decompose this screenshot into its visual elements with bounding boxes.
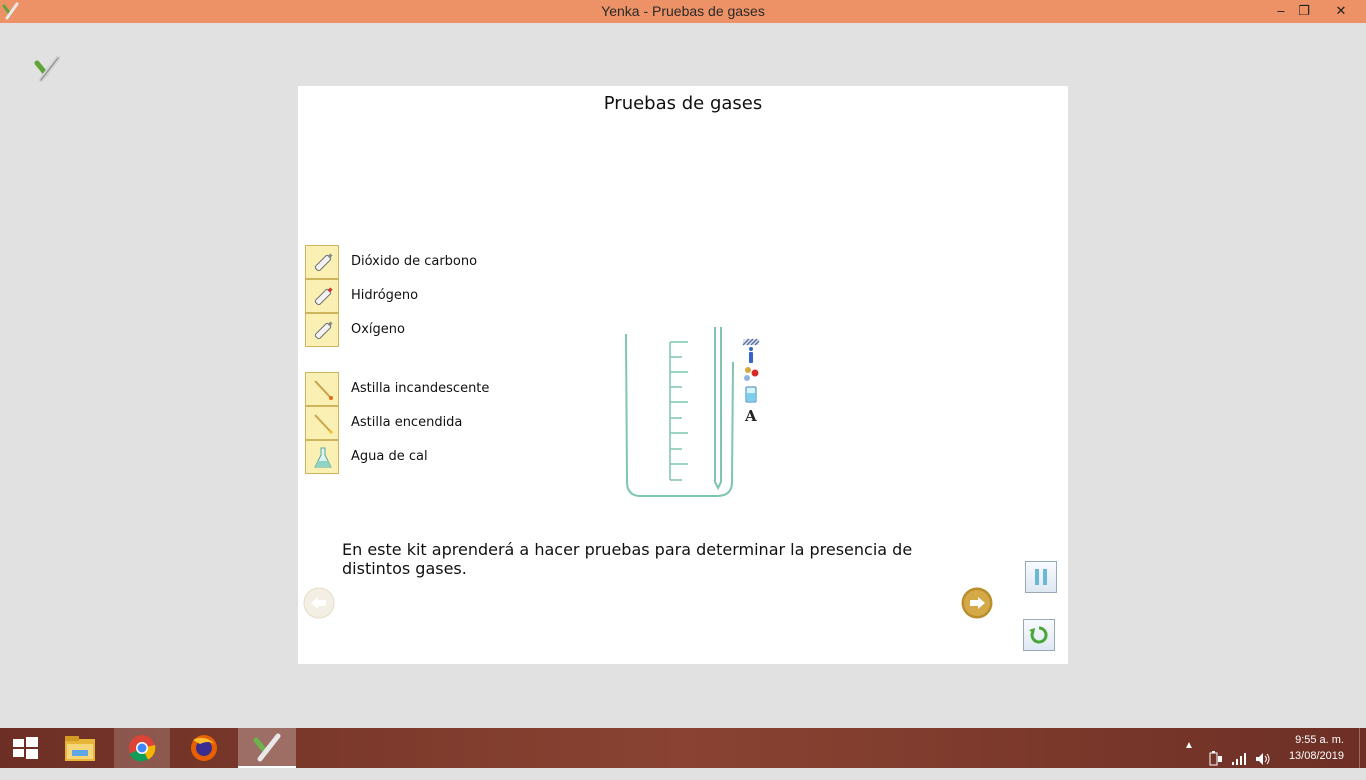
taskbar-firefox[interactable] [176,728,232,768]
reset-button[interactable] [1023,619,1055,651]
maximize-button[interactable]: ❐ [1289,0,1319,23]
description-text: En este kit aprenderá a hacer pruebas pa… [342,540,913,578]
test-label: Astilla encendida [351,415,463,430]
clock-date: 13/08/2019 [1288,750,1344,762]
taskbar-chrome[interactable] [114,728,170,768]
yenka-logo-icon[interactable] [32,54,62,84]
pause-button[interactable] [1025,561,1057,593]
gas-label: Oxígeno [351,322,405,337]
lit-splint-icon [314,414,333,434]
taskbar: ▲ 9:55 a. m. 13/08/2019 [0,728,1366,768]
test-label: Agua de cal [351,449,428,464]
gas-item-oxygen[interactable]: Oxígeno [304,313,564,347]
firefox-icon [191,735,217,761]
window-title: Yenka - Pruebas de gases [601,3,765,19]
test-button[interactable] [305,406,339,440]
volume-icon[interactable] [1254,739,1272,779]
test-button[interactable] [305,372,339,406]
wifi-signal-icon[interactable] [1230,739,1248,779]
test-item-glowing-splint[interactable]: Astilla incandescente [304,372,564,406]
gas-button[interactable] [305,313,339,347]
refresh-icon [1029,626,1048,644]
pause-icon [1035,569,1047,585]
beaker-icon[interactable] [742,385,760,403]
chrome-icon [129,735,156,762]
gas-item-hydrogen[interactable]: Hidrógeno [304,279,564,313]
info-icon[interactable] [742,346,760,364]
flask-icon [314,447,332,468]
gas-button[interactable] [305,279,339,313]
close-button[interactable]: ✕ [1326,0,1356,23]
gas-label: Hidrógeno [351,288,419,303]
start-button[interactable] [0,728,50,768]
gas-item-carbon-dioxide[interactable]: Dióxido de carbono [304,245,564,279]
gas-cylinder-red-icon [314,287,333,306]
clock-time: 9:55 a. m. [1295,734,1344,746]
test-button[interactable] [305,440,339,474]
gas-label: Dióxido de carbono [351,254,478,269]
show-desktop-button[interactable] [1359,728,1366,768]
gas-cylinder-icon [314,321,333,340]
back-button[interactable] [303,587,335,619]
taskbar-file-explorer[interactable] [52,728,108,768]
system-clock[interactable]: 9:55 a. m. 13/08/2019 [1289,732,1344,764]
test-item-limewater[interactable]: Agua de cal [304,440,564,474]
file-explorer-icon [65,736,95,761]
gas-button[interactable] [305,245,339,279]
gas-cylinder-icon [314,253,333,272]
text-icon[interactable]: A [742,406,760,424]
windows-start-icon [13,737,38,759]
glowing-splint-icon [314,380,333,400]
water-trough[interactable] [622,322,738,500]
tray-overflow-arrow[interactable]: ▲ [1184,740,1194,780]
battery-icon[interactable] [1206,739,1224,779]
page-title: Pruebas de gases [603,93,763,114]
svg-text:A: A [744,407,757,424]
test-item-lit-splint[interactable]: Astilla encendida [304,406,564,440]
title-bar: Yenka - Pruebas de gases ‒ ❐ ✕ [0,0,1366,23]
yenka-icon [253,733,281,762]
taskbar-yenka[interactable] [238,728,296,768]
molecule-icon[interactable] [742,365,760,383]
activity-panel: Pruebas de gases Dióxido de carbono Hidr… [298,86,1068,664]
test-label: Astilla incandescente [351,381,490,396]
next-button[interactable] [961,587,993,619]
